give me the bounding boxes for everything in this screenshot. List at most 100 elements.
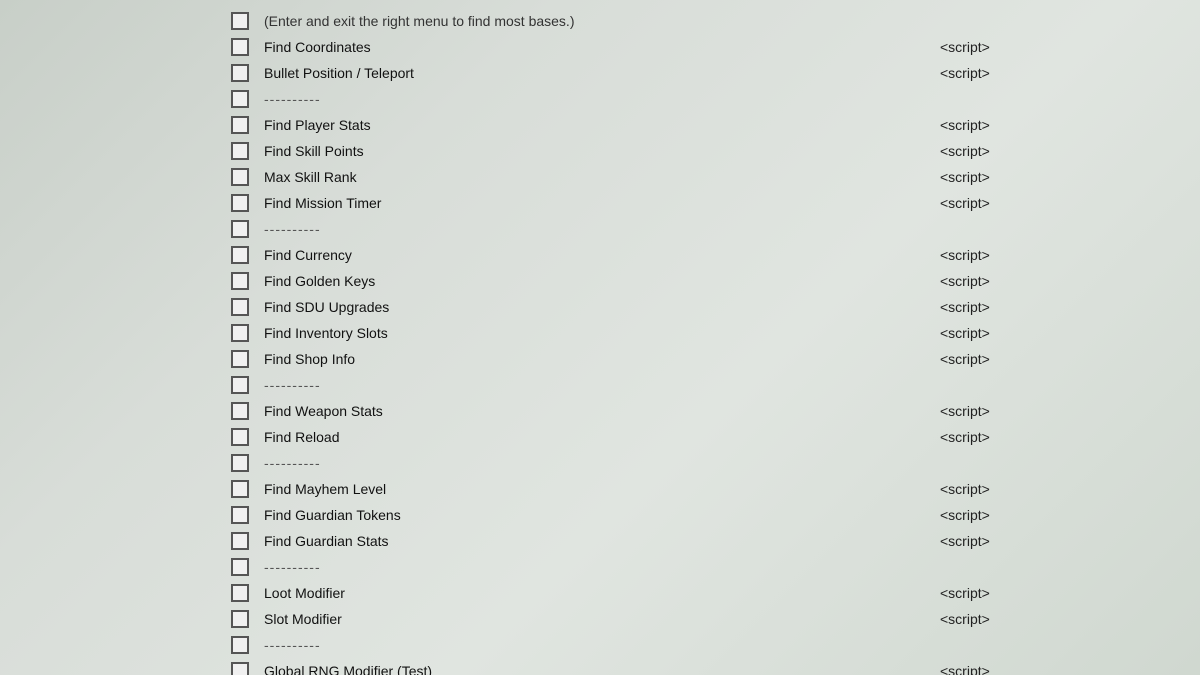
script-tag-find-weapon-stats: <script>: [940, 403, 1200, 419]
checkbox-find-inventory-slots[interactable]: [231, 324, 249, 342]
separator-label-21: ----------: [260, 559, 1200, 575]
list-item: Loot Modifier<script>: [220, 580, 1200, 606]
checkbox-find-mission-timer[interactable]: [231, 194, 249, 212]
script-tag-find-inventory-slots: <script>: [940, 325, 1200, 341]
checkbox-note[interactable]: [231, 12, 249, 30]
script-tag-loot-modifier: <script>: [940, 585, 1200, 601]
checkbox-find-golden-keys[interactable]: [231, 272, 249, 290]
list-item: ----------: [220, 86, 1200, 112]
checkbox-sep2[interactable]: [231, 220, 249, 238]
checkbox-wrapper: [220, 142, 260, 160]
checkbox-wrapper: [220, 324, 260, 342]
checkbox-find-coordinates[interactable]: [231, 38, 249, 56]
item-label-find-coordinates: Find Coordinates: [260, 39, 940, 55]
checkbox-wrapper: [220, 350, 260, 368]
checkbox-sep3[interactable]: [231, 376, 249, 394]
item-label-global-rng-modifier: Global RNG Modifier (Test): [260, 663, 940, 675]
checkbox-wrapper: [220, 116, 260, 134]
checkbox-wrapper: [220, 454, 260, 472]
item-label-find-mayhem-level: Find Mayhem Level: [260, 481, 940, 497]
note-label: (Enter and exit the right menu to find m…: [260, 13, 1200, 29]
script-tag-find-sdu-upgrades: <script>: [940, 299, 1200, 315]
checkbox-sep6[interactable]: [231, 636, 249, 654]
separator-label-14: ----------: [260, 377, 1200, 393]
separator-label-3: ----------: [260, 91, 1200, 107]
checkbox-wrapper: [220, 38, 260, 56]
checkbox-find-player-stats[interactable]: [231, 116, 249, 134]
list-item: ----------: [220, 632, 1200, 658]
checkbox-wrapper: [220, 64, 260, 82]
checkbox-find-mayhem-level[interactable]: [231, 480, 249, 498]
script-tag-find-mayhem-level: <script>: [940, 481, 1200, 497]
checkbox-wrapper: [220, 428, 260, 446]
list-item: (Enter and exit the right menu to find m…: [220, 8, 1200, 34]
list-item: Find Mission Timer<script>: [220, 190, 1200, 216]
item-label-bullet-position: Bullet Position / Teleport: [260, 65, 940, 81]
checkbox-loot-modifier[interactable]: [231, 584, 249, 602]
checkbox-sep5[interactable]: [231, 558, 249, 576]
item-label-max-skill-rank: Max Skill Rank: [260, 169, 940, 185]
checkbox-wrapper: [220, 480, 260, 498]
checkbox-wrapper: [220, 506, 260, 524]
checkbox-max-skill-rank[interactable]: [231, 168, 249, 186]
checkbox-wrapper: [220, 376, 260, 394]
script-tag-find-reload: <script>: [940, 429, 1200, 445]
list-item: ----------: [220, 216, 1200, 242]
list-item: Find Coordinates<script>: [220, 34, 1200, 60]
checkbox-find-currency[interactable]: [231, 246, 249, 264]
checkbox-sep1[interactable]: [231, 90, 249, 108]
list-item: ----------: [220, 372, 1200, 398]
script-tag-max-skill-rank: <script>: [940, 169, 1200, 185]
checkbox-wrapper: [220, 220, 260, 238]
checkbox-global-rng-modifier[interactable]: [231, 662, 249, 675]
list-item: Find Player Stats<script>: [220, 112, 1200, 138]
item-label-find-player-stats: Find Player Stats: [260, 117, 940, 133]
item-label-find-golden-keys: Find Golden Keys: [260, 273, 940, 289]
script-tag-find-golden-keys: <script>: [940, 273, 1200, 289]
script-tag-global-rng-modifier: <script>: [940, 663, 1200, 675]
item-label-loot-modifier: Loot Modifier: [260, 585, 940, 601]
item-label-find-inventory-slots: Find Inventory Slots: [260, 325, 940, 341]
checkbox-wrapper: [220, 636, 260, 654]
checkbox-find-sdu-upgrades[interactable]: [231, 298, 249, 316]
separator-label-17: ----------: [260, 455, 1200, 471]
item-label-find-weapon-stats: Find Weapon Stats: [260, 403, 940, 419]
item-label-find-guardian-tokens: Find Guardian Tokens: [260, 507, 940, 523]
checkbox-wrapper: [220, 12, 260, 30]
checkbox-slot-modifier[interactable]: [231, 610, 249, 628]
list-item: ----------: [220, 554, 1200, 580]
item-label-find-sdu-upgrades: Find SDU Upgrades: [260, 299, 940, 315]
checkbox-wrapper: [220, 532, 260, 550]
script-tag-find-currency: <script>: [940, 247, 1200, 263]
list-item: Global RNG Modifier (Test)<script>: [220, 658, 1200, 675]
checkbox-wrapper: [220, 662, 260, 675]
list-item: Find Guardian Tokens<script>: [220, 502, 1200, 528]
checkbox-wrapper: [220, 558, 260, 576]
script-tag-slot-modifier: <script>: [940, 611, 1200, 627]
checkbox-bullet-position[interactable]: [231, 64, 249, 82]
list-item: Find Skill Points<script>: [220, 138, 1200, 164]
checkbox-find-reload[interactable]: [231, 428, 249, 446]
checkbox-find-skill-points[interactable]: [231, 142, 249, 160]
checkbox-find-guardian-stats[interactable]: [231, 532, 249, 550]
list-item: Max Skill Rank<script>: [220, 164, 1200, 190]
checkbox-find-weapon-stats[interactable]: [231, 402, 249, 420]
item-label-find-skill-points: Find Skill Points: [260, 143, 940, 159]
item-label-find-shop-info: Find Shop Info: [260, 351, 940, 367]
main-content: (Enter and exit the right menu to find m…: [0, 0, 1200, 675]
checkbox-wrapper: [220, 610, 260, 628]
item-label-find-currency: Find Currency: [260, 247, 940, 263]
script-tag-bullet-position: <script>: [940, 65, 1200, 81]
script-tag-find-guardian-stats: <script>: [940, 533, 1200, 549]
checkbox-wrapper: [220, 168, 260, 186]
checkbox-wrapper: [220, 402, 260, 420]
checkbox-find-shop-info[interactable]: [231, 350, 249, 368]
script-tag-find-mission-timer: <script>: [940, 195, 1200, 211]
script-tag-find-coordinates: <script>: [940, 39, 1200, 55]
list-item: Find Reload<script>: [220, 424, 1200, 450]
list-item: Bullet Position / Teleport<script>: [220, 60, 1200, 86]
list-item: Find Inventory Slots<script>: [220, 320, 1200, 346]
checkbox-sep4[interactable]: [231, 454, 249, 472]
checkbox-find-guardian-tokens[interactable]: [231, 506, 249, 524]
checkbox-wrapper: [220, 272, 260, 290]
